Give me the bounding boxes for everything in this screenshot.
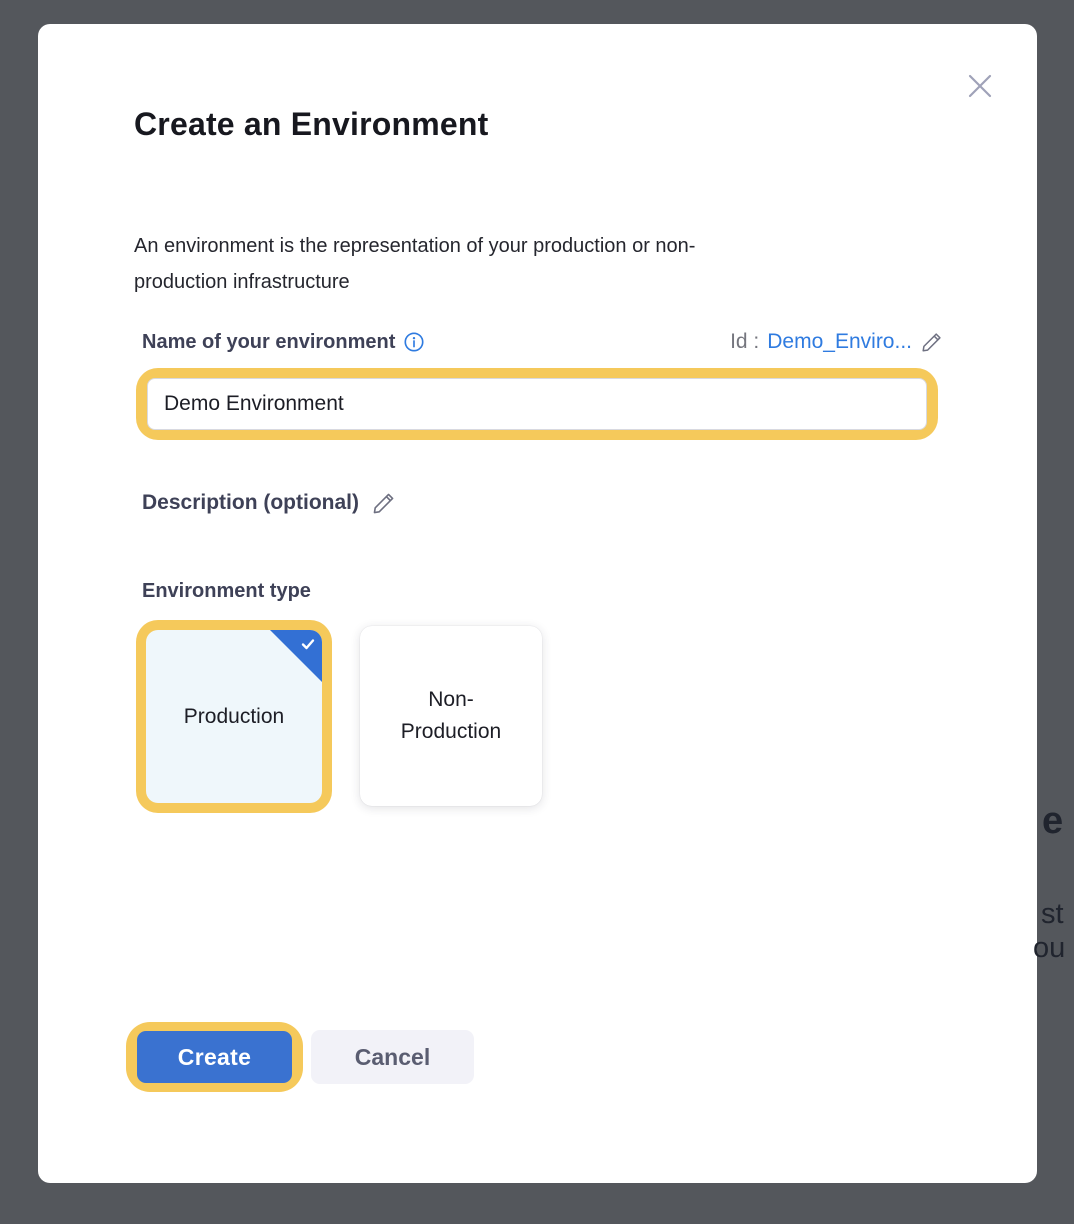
environment-id-group: Id : Demo_Enviro...	[730, 330, 944, 354]
non-production-card-label: Non-Production	[393, 684, 509, 748]
environment-id-link[interactable]: Demo_Enviro...	[767, 330, 912, 354]
edit-description-pencil-icon[interactable]	[371, 490, 397, 516]
production-card-highlight-ring: Production	[136, 620, 332, 813]
check-icon	[299, 635, 317, 653]
close-button[interactable]	[962, 68, 998, 104]
create-environment-dialog: Create an Environment An environment is …	[38, 24, 1037, 1183]
name-field-label-group: Name of your environment	[142, 331, 425, 354]
create-button-highlight-ring: Create	[126, 1022, 303, 1092]
edge-text-fragment-2: st	[1041, 898, 1064, 931]
production-card-label: Production	[184, 701, 284, 733]
environment-type-option-non-production[interactable]: Non-Production	[360, 626, 542, 806]
name-field-label: Name of your environment	[142, 331, 395, 354]
environment-name-input[interactable]	[147, 378, 927, 430]
description-field-row: Description (optional)	[142, 490, 397, 516]
close-icon	[965, 71, 995, 101]
environment-id-prefix: Id :	[730, 330, 759, 354]
edge-text-fragment-1: e	[1042, 800, 1063, 843]
cancel-button[interactable]: Cancel	[311, 1030, 474, 1084]
info-circle-icon[interactable]	[403, 331, 425, 353]
environment-type-option-production[interactable]: Production	[146, 630, 322, 803]
screen: { "overlay": { "background": "#54575C", …	[0, 0, 1074, 1224]
dialog-description: An environment is the representation of …	[134, 228, 784, 300]
edge-text-fragment-3: ou	[1033, 932, 1065, 965]
name-input-highlight-ring	[136, 368, 938, 440]
name-label-row: Name of your environment Id : Demo_Envir…	[142, 330, 944, 354]
dialog-title: Create an Environment	[134, 106, 489, 143]
environment-type-label: Environment type	[142, 580, 311, 603]
create-button[interactable]: Create	[137, 1031, 292, 1083]
description-field-label: Description (optional)	[142, 491, 359, 515]
edit-id-pencil-icon[interactable]	[920, 330, 944, 354]
